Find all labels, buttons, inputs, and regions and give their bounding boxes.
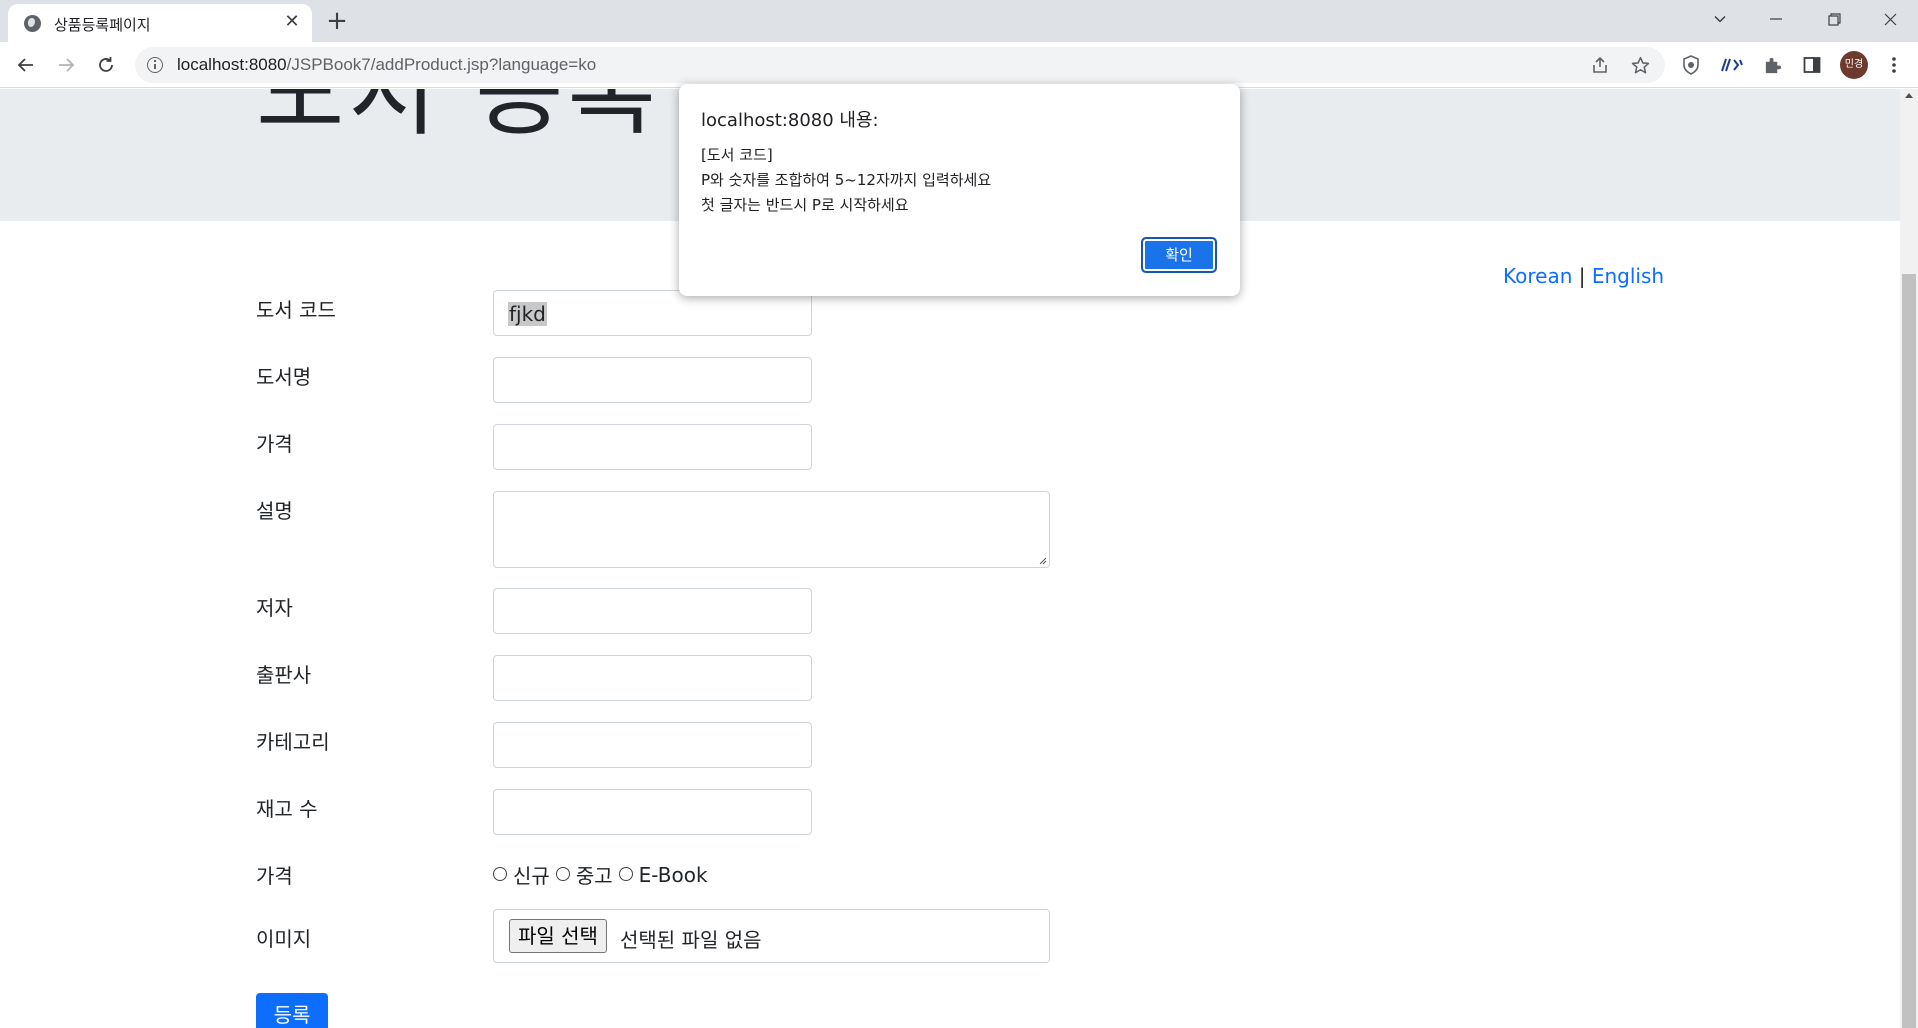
radio-ebook-label: E-Book — [638, 862, 708, 887]
author-input[interactable] — [493, 588, 812, 634]
shield-extension-icon[interactable] — [1679, 53, 1703, 77]
back-button[interactable] — [10, 49, 42, 81]
browser-toolbar: localhost:8080/JSPBook7/addProduct.jsp?l… — [0, 42, 1918, 88]
stock-label: 재고 수 — [256, 797, 318, 821]
condition-radio-group: 신규 중고 E-Book — [493, 860, 708, 889]
forward-button[interactable] — [50, 49, 82, 81]
korean-link[interactable]: Korean — [1503, 264, 1572, 288]
radio-new[interactable]: 신규 — [493, 860, 550, 889]
price-input[interactable] — [493, 424, 812, 470]
close-icon — [1884, 13, 1896, 25]
scroll-up-arrow-icon[interactable] — [1905, 93, 1913, 98]
choose-file-button[interactable]: 파일 선택 — [509, 919, 607, 953]
url-host: localhost:8080 — [177, 55, 287, 74]
submit-button[interactable]: 등록 — [256, 993, 328, 1028]
english-link[interactable]: English — [1592, 264, 1664, 288]
file-status-text: 선택된 파일 없음 — [620, 928, 762, 952]
reload-icon — [99, 57, 113, 72]
radio-used[interactable]: 중고 — [555, 860, 613, 889]
dialog-ok-button[interactable]: 확인 — [1141, 237, 1217, 273]
category-label: 카테고리 — [256, 730, 330, 754]
minimize-button[interactable] — [1748, 0, 1804, 38]
language-separator: | — [1572, 264, 1592, 288]
close-tab-icon[interactable]: ✕ — [280, 10, 304, 34]
share-icon[interactable] — [1589, 54, 1611, 76]
publisher-input[interactable] — [493, 655, 812, 701]
dialog-message: [도서 코드] P와 숫자를 조합하여 5~12자까지 입력하세요 첫 글자는 … — [701, 146, 992, 214]
minimize-icon — [1770, 18, 1782, 20]
stock-input[interactable] — [493, 789, 812, 835]
restore-icon — [1827, 12, 1841, 26]
book-name-input[interactable] — [493, 357, 812, 403]
radio-circle[interactable] — [493, 866, 507, 881]
description-textarea[interactable] — [493, 491, 1050, 568]
address-bar[interactable]: localhost:8080/JSPBook7/addProduct.jsp?l… — [135, 47, 1665, 83]
book-code-value: fjkd — [508, 302, 547, 326]
new-tab-button[interactable]: + — [322, 6, 352, 36]
restore-button[interactable] — [1806, 0, 1862, 38]
radio-new-label: 신규 — [513, 864, 550, 888]
language-switcher: Korean | English — [1503, 264, 1664, 288]
side-panel-icon[interactable] — [1800, 53, 1824, 77]
tab-title: 상품등록페이지 — [54, 16, 151, 34]
book-name-label: 도서명 — [256, 365, 312, 389]
dialog-title: localhost:8080 내용: — [701, 110, 879, 131]
devtools-extension-icon[interactable] — [1720, 53, 1744, 77]
browser-tab[interactable]: 상품등록페이지 ✕ — [8, 4, 312, 42]
tab-strip: 상품등록페이지 ✕ + — [0, 0, 1918, 42]
author-label: 저자 — [256, 596, 293, 620]
page-scrollbar[interactable] — [1900, 89, 1918, 1028]
tab-search-button[interactable] — [1692, 0, 1748, 38]
url-text[interactable]: localhost:8080/JSPBook7/addProduct.jsp?l… — [177, 55, 596, 75]
radio-used-label: 중고 — [575, 864, 613, 888]
radio-ebook[interactable]: E-Book — [618, 862, 708, 887]
image-label: 이미지 — [256, 927, 312, 951]
description-label: 설명 — [256, 499, 293, 523]
image-file-input[interactable]: 파일 선택 선택된 파일 없음 — [493, 909, 1050, 963]
category-input[interactable] — [493, 722, 812, 768]
radio-circle[interactable] — [555, 866, 570, 881]
url-path: /JSPBook7/addProduct.jsp?language=ko — [286, 55, 597, 74]
chevron-down-icon — [1714, 15, 1726, 23]
radio-circle[interactable] — [618, 866, 633, 881]
resize-grip-icon[interactable] — [1038, 556, 1047, 565]
publisher-label: 출판사 — [256, 663, 312, 687]
arrow-left-icon — [17, 58, 33, 72]
book-code-label: 도서 코드 — [256, 298, 336, 322]
condition-label: 가격 — [256, 864, 293, 888]
page-title: 도서 등록 — [256, 89, 660, 149]
scroll-thumb[interactable] — [1902, 274, 1916, 1028]
more-menu-icon[interactable] — [1882, 53, 1906, 77]
price-label: 가격 — [256, 432, 293, 456]
arrow-right-icon — [59, 58, 75, 72]
alert-dialog: localhost:8080 내용: [도서 코드] P와 숫자를 조합하여 5… — [679, 84, 1240, 296]
profile-avatar[interactable]: 민경 — [1840, 51, 1868, 79]
globe-icon — [24, 15, 41, 32]
book-code-input[interactable]: fjkd — [493, 290, 812, 336]
reload-button[interactable] — [90, 49, 122, 81]
bookmark-star-icon[interactable] — [1629, 54, 1651, 76]
close-window-button[interactable] — [1862, 0, 1918, 38]
puzzle-extensions-icon[interactable] — [1760, 53, 1784, 77]
site-info-icon[interactable] — [147, 57, 163, 73]
